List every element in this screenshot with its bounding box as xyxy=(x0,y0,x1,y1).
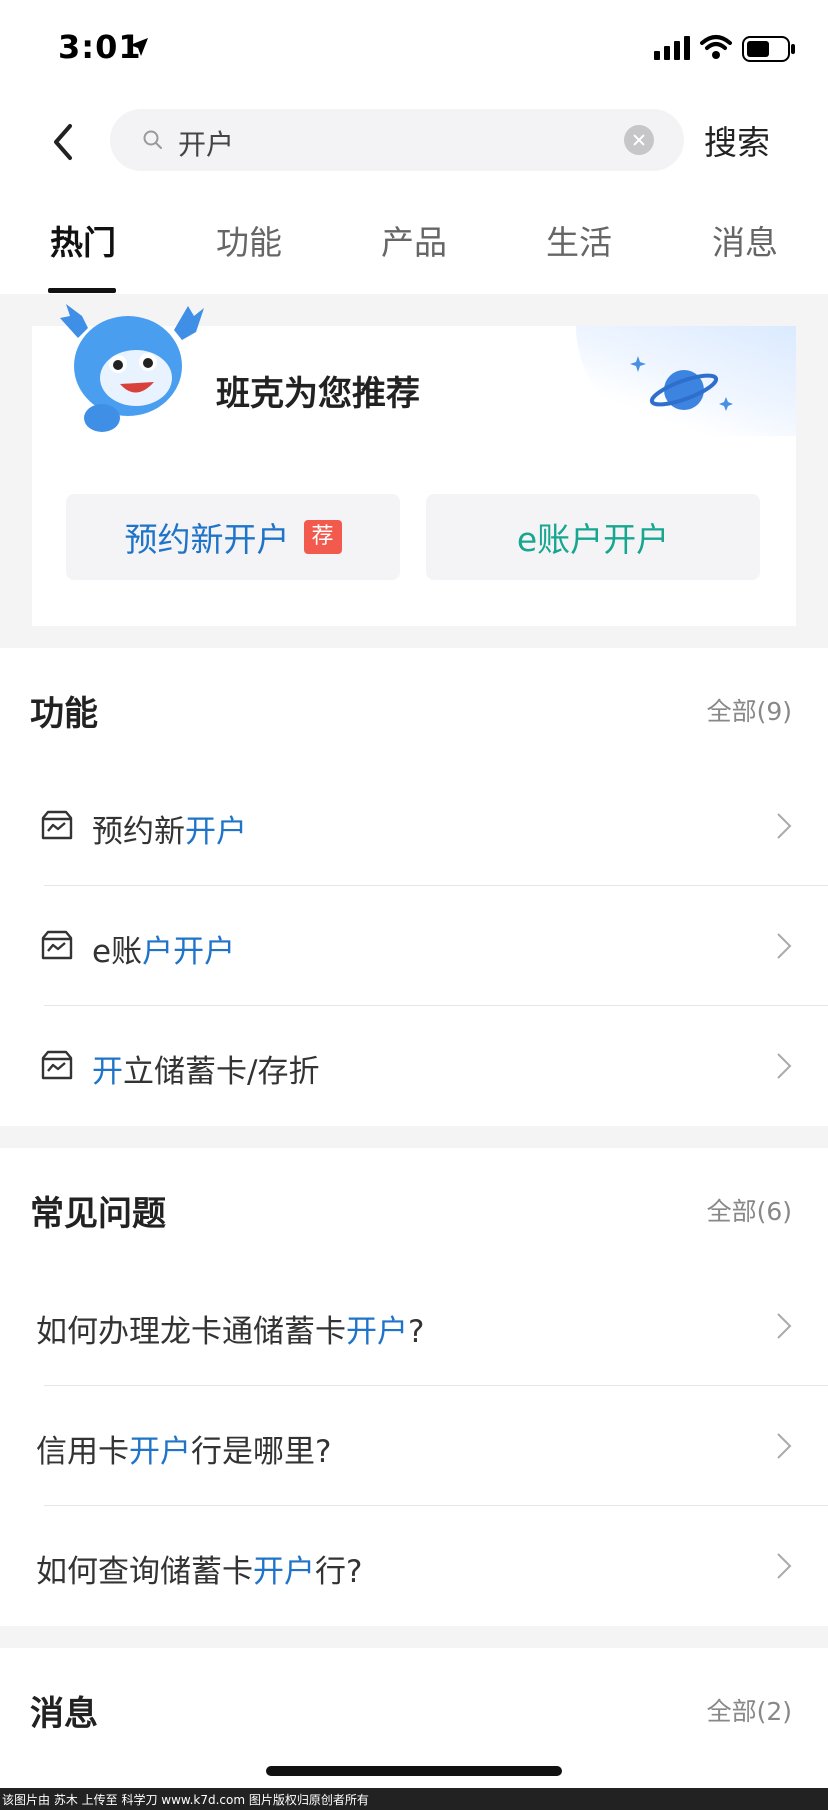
tab-products[interactable]: 产品 xyxy=(381,216,447,264)
chevron-right-icon xyxy=(777,1433,792,1459)
recommend-badge: 荐 xyxy=(303,520,342,554)
watermark-text: 该图片由 苏木 上传至 科学刀 www.k7d.com 图片版权归原创者所有 xyxy=(2,1793,369,1807)
section-divider xyxy=(0,1126,828,1148)
faq-row[interactable]: 信用卡开户行是哪里? xyxy=(0,1386,828,1506)
faq-question: 如何办理龙卡通储蓄卡开户? xyxy=(36,1314,425,1350)
messages-section-title: 消息 xyxy=(30,1694,98,1734)
function-row[interactable]: e账户开户 xyxy=(0,886,828,1006)
back-button[interactable] xyxy=(44,118,84,166)
function-label: 开立储蓄卡/存折 xyxy=(92,1054,320,1090)
cellular-signal-icon xyxy=(654,36,690,60)
function-icon xyxy=(41,810,73,840)
function-icon xyxy=(41,930,73,960)
function-row[interactable]: 预约新开户 xyxy=(0,766,828,886)
faq-section-title: 常见问题 xyxy=(30,1194,166,1234)
functions-section-title: 功能 xyxy=(30,694,98,734)
messages-view-all-link[interactable]: 全部(2) xyxy=(707,1692,792,1728)
tab-hot[interactable]: 热门 xyxy=(50,216,116,264)
active-tab-indicator xyxy=(48,288,116,293)
recommend-reserve-account-button[interactable]: 预约新开户 荐 xyxy=(66,494,400,580)
search-input[interactable]: 开户 xyxy=(110,109,684,171)
recommend-card: 班克为您推荐 预约新开户 荐 e账户开户 xyxy=(32,304,796,626)
faq-question: 信用卡开户行是哪里? xyxy=(36,1434,332,1470)
chevron-right-icon xyxy=(777,1553,792,1579)
battery-icon xyxy=(742,36,795,62)
chevron-right-icon xyxy=(777,933,792,959)
function-label: e账户开户 xyxy=(92,934,236,970)
search-submit-button[interactable]: 搜索 xyxy=(704,116,770,164)
function-label: 预约新开户 xyxy=(92,814,247,850)
recommend-btn1-label: 预约新开户 xyxy=(124,520,290,559)
chevron-right-icon xyxy=(777,813,792,839)
search-icon xyxy=(143,130,162,149)
function-icon xyxy=(41,1050,73,1080)
tab-functions[interactable]: 功能 xyxy=(216,216,282,264)
recommend-e-account-button[interactable]: e账户开户 xyxy=(426,494,760,580)
recommend-btn2-label: e账户开户 xyxy=(516,520,670,559)
faq-row[interactable]: 如何办理龙卡通储蓄卡开户? xyxy=(0,1266,828,1386)
faq-row[interactable]: 如何查询储蓄卡开户行? xyxy=(0,1506,828,1626)
functions-view-all-link[interactable]: 全部(9) xyxy=(707,692,792,728)
search-query[interactable]: 开户 xyxy=(178,123,234,163)
watermark-bar: 该图片由 苏木 上传至 科学刀 www.k7d.com 图片版权归原创者所有 xyxy=(0,1788,828,1810)
wifi-icon xyxy=(700,35,732,59)
faq-question: 如何查询储蓄卡开户行? xyxy=(36,1554,363,1590)
tab-life[interactable]: 生活 xyxy=(546,216,612,264)
location-arrow-icon xyxy=(130,38,148,56)
mascot-image xyxy=(60,304,204,432)
function-row[interactable]: 开立储蓄卡/存折 xyxy=(0,1006,828,1126)
faq-view-all-link[interactable]: 全部(6) xyxy=(707,1192,792,1228)
clear-search-button[interactable] xyxy=(624,125,654,155)
home-indicator[interactable] xyxy=(266,1766,562,1776)
section-divider xyxy=(0,1626,828,1648)
planet-icon xyxy=(630,356,733,411)
chevron-right-icon xyxy=(777,1313,792,1339)
tab-messages[interactable]: 消息 xyxy=(712,216,778,264)
recommend-title: 班克为您推荐 xyxy=(216,374,420,414)
chevron-right-icon xyxy=(777,1053,792,1079)
